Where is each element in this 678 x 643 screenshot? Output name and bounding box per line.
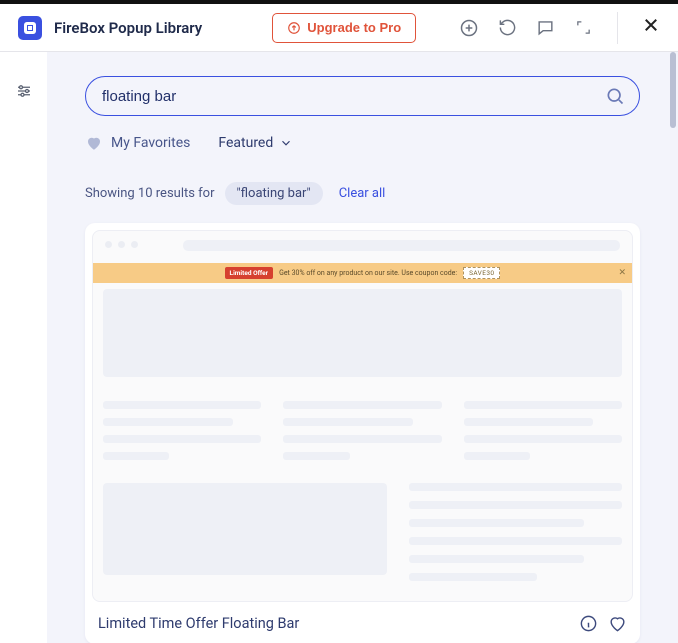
sliders-icon (15, 82, 33, 100)
close-button[interactable] (638, 15, 664, 40)
app-header: FireBox Popup Library Upgrade to Pro (0, 4, 678, 52)
filter-row: My Favorites Featured (85, 134, 640, 152)
sort-dropdown[interactable]: Featured (218, 135, 293, 151)
header-divider (617, 12, 618, 44)
my-favorites-link[interactable]: My Favorites (85, 134, 190, 152)
search-icon (605, 86, 625, 106)
banner-close-icon: ✕ (618, 268, 626, 278)
add-button[interactable] (459, 18, 479, 38)
expand-button[interactable] (573, 18, 593, 38)
search-button[interactable] (605, 86, 625, 106)
search-input[interactable] (102, 88, 605, 105)
upgrade-label: Upgrade to Pro (307, 20, 401, 35)
heart-outline-icon (608, 614, 627, 633)
template-card[interactable]: Limited Offer Get 30% off on any product… (85, 223, 640, 643)
card-footer: Limited Time Offer Floating Bar (92, 602, 633, 637)
header-actions (459, 12, 664, 44)
close-icon (642, 16, 660, 34)
filters-toggle[interactable] (15, 82, 33, 643)
search-field[interactable] (85, 76, 640, 116)
upgrade-button[interactable]: Upgrade to Pro (272, 13, 416, 43)
app-logo-glyph (24, 22, 36, 34)
browser-urlbar-placeholder (183, 240, 620, 251)
sort-label: Featured (218, 135, 273, 151)
chevron-down-icon (279, 136, 293, 150)
query-chip[interactable]: "floating bar" (225, 182, 323, 205)
favorites-label: My Favorites (111, 135, 190, 151)
app-logo (18, 16, 42, 40)
app-title: FireBox Popup Library (54, 19, 202, 37)
favorite-button[interactable] (608, 614, 627, 633)
floating-bar-preview: Limited Offer Get 30% off on any product… (93, 263, 632, 283)
template-title: Limited Time Offer Floating Bar (98, 615, 299, 632)
refresh-icon (498, 18, 517, 37)
banner-text: Get 30% off on any product on our site. … (279, 269, 457, 277)
plus-circle-icon (459, 18, 479, 38)
left-rail (0, 52, 47, 643)
heart-icon (85, 134, 103, 152)
chat-icon (536, 18, 555, 37)
banner-code: SAVE30 (463, 267, 500, 279)
results-prefix: Showing 10 results for (85, 186, 215, 201)
results-summary: Showing 10 results for "floating bar" Cl… (85, 182, 640, 205)
card-actions (579, 614, 627, 633)
refresh-button[interactable] (497, 18, 517, 38)
upgrade-arrow-icon (287, 21, 301, 35)
thumb-hero-placeholder (103, 289, 622, 377)
banner-badge: Limited Offer (225, 267, 274, 279)
thumb-columns (103, 401, 622, 460)
scrollbar-thumb[interactable] (670, 52, 676, 128)
main-panel: My Favorites Featured Showing 10 results… (47, 52, 678, 643)
clear-all-link[interactable]: Clear all (339, 186, 386, 201)
info-button[interactable] (579, 614, 598, 633)
feedback-button[interactable] (535, 18, 555, 38)
expand-icon (575, 19, 592, 36)
template-thumbnail: Limited Offer Get 30% off on any product… (92, 230, 633, 602)
info-icon (579, 614, 598, 633)
thumb-lower (103, 483, 622, 591)
